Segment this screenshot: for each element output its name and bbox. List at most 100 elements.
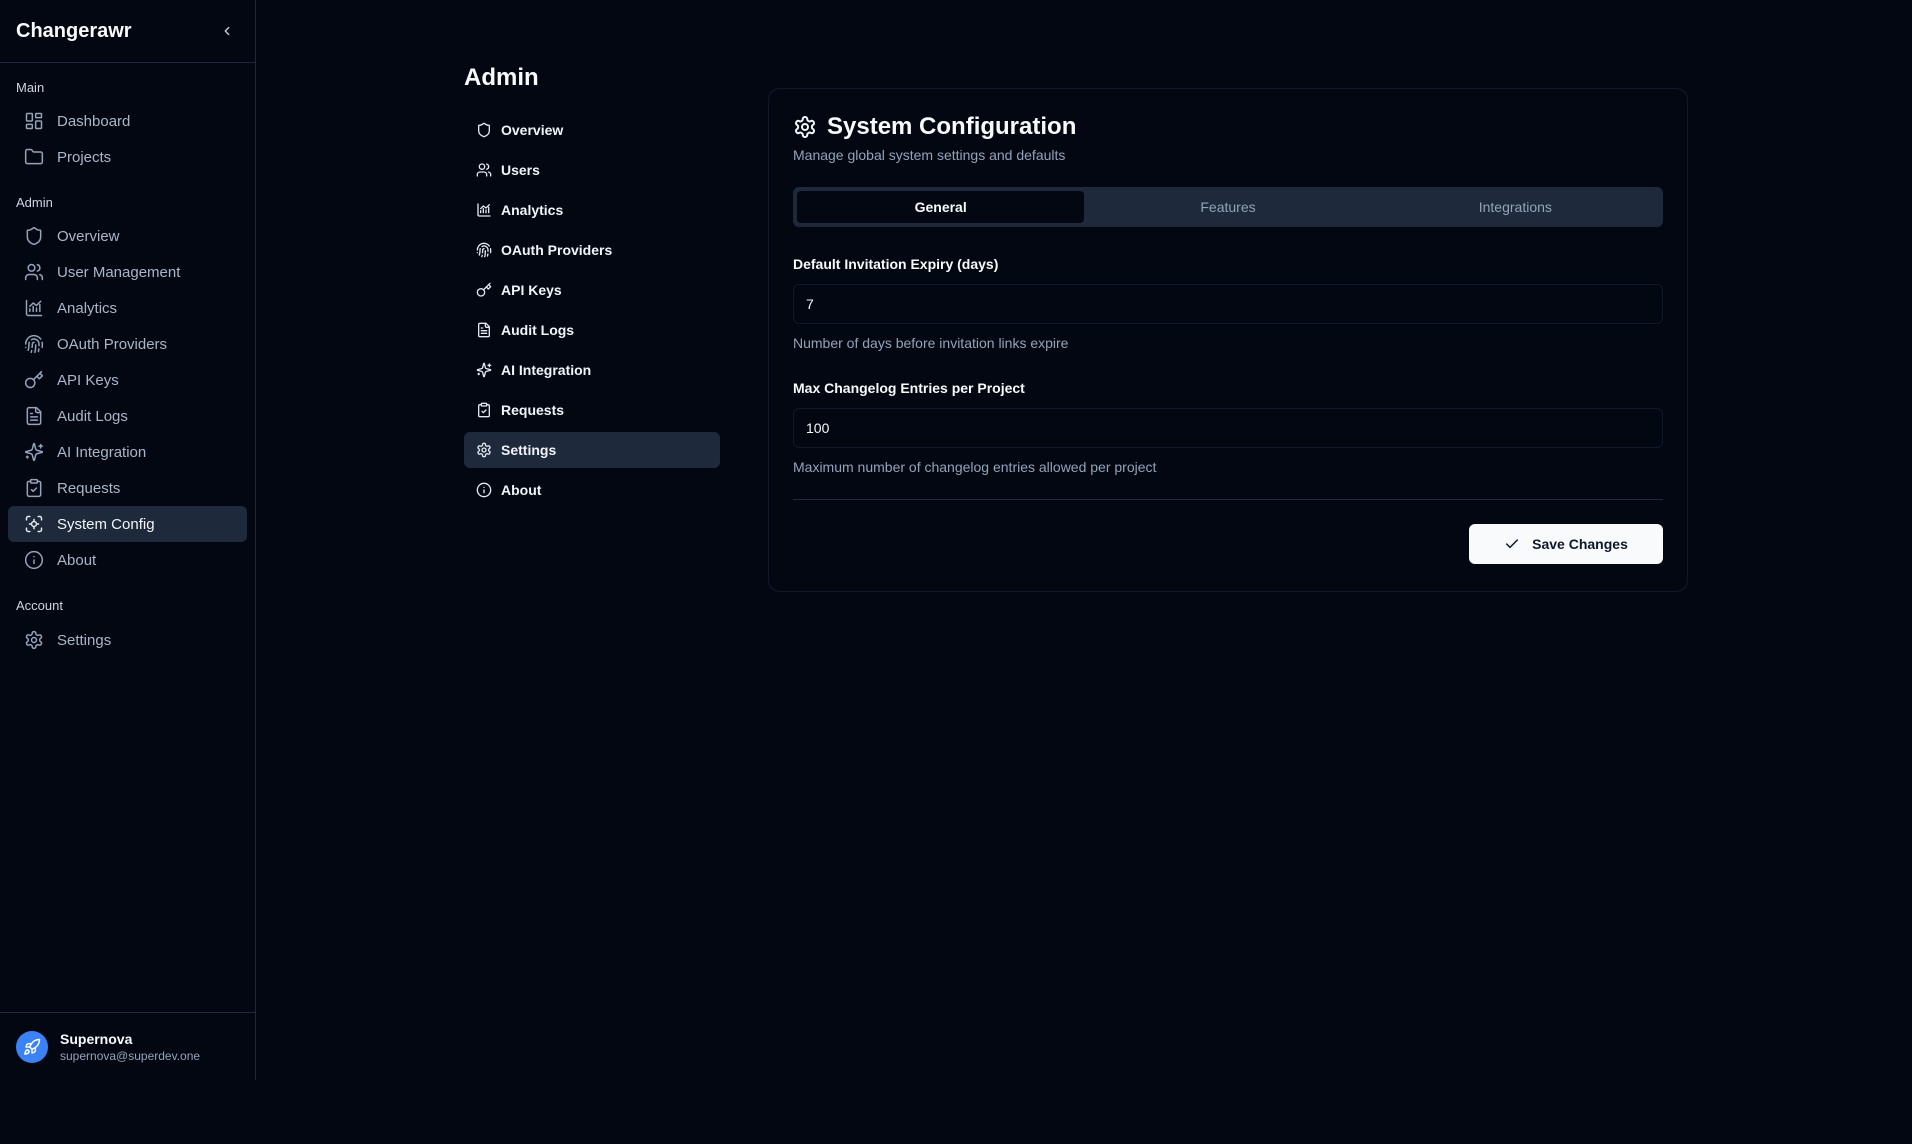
admin-nav-users[interactable]: Users (464, 152, 720, 188)
divider (793, 499, 1663, 500)
app-name: Changerawr (16, 19, 132, 42)
sidebar-item-label: AI Integration (57, 443, 147, 461)
field-invitation-expiry: Default Invitation Expiry (days) Number … (793, 256, 1663, 351)
card-title: System Configuration (827, 113, 1077, 140)
admin-nav-label: About (501, 482, 542, 498)
user-name: Supernova (60, 1030, 133, 1047)
sidebar-item-audit-logs[interactable]: Audit Logs (8, 398, 247, 434)
admin-nav-analytics[interactable]: Analytics (464, 192, 720, 228)
section-label-main: Main (16, 79, 45, 95)
sidebar-item-label: API Keys (57, 371, 119, 389)
admin-nav-oauth-providers[interactable]: OAuth Providers (464, 232, 720, 268)
admin-nav-api-keys[interactable]: API Keys (464, 272, 720, 308)
users-icon (476, 163, 492, 177)
invitation-expiry-input[interactable] (793, 284, 1663, 324)
page-title: Admin (464, 64, 539, 91)
save-changes-button[interactable]: Save Changes (1469, 524, 1663, 564)
sidebar-item-label: System Config (57, 515, 155, 533)
folder-icon (24, 148, 44, 165)
admin-nav-label: Settings (501, 442, 557, 458)
key-icon (476, 282, 492, 297)
sidebar-item-about[interactable]: About (8, 542, 247, 578)
info-icon (24, 550, 44, 570)
admin-nav-audit-logs[interactable]: Audit Logs (464, 312, 720, 348)
sidebar-item-user-management[interactable]: User Management (8, 254, 247, 290)
sidebar-item-analytics[interactable]: Analytics (8, 290, 247, 326)
sidebar-item-label: Requests (57, 479, 121, 497)
sidebar-header: Changerawr (0, 0, 255, 63)
admin-nav-label: Overview (501, 122, 564, 138)
chart-icon (25, 299, 43, 317)
info-icon (476, 482, 492, 498)
max-changelog-entries-input[interactable] (793, 408, 1663, 448)
sidebar-item-label: Dashboard (57, 112, 131, 130)
invitation-expiry-label: Default Invitation Expiry (days) (793, 256, 999, 272)
sidebar-item-system-config[interactable]: System Config (8, 506, 247, 542)
file-icon (478, 322, 490, 338)
key-icon (24, 370, 44, 389)
sidebar-item-dashboard[interactable]: Dashboard (8, 103, 247, 139)
tab-general[interactable]: General (797, 191, 1085, 223)
user-profile[interactable]: Supernova supernova@superdev.one (0, 1012, 255, 1080)
admin-nav-settings[interactable]: Settings (464, 432, 720, 468)
chart-icon (477, 203, 491, 217)
sidebar-item-requests[interactable]: Requests (8, 470, 247, 506)
sidebar-item-settings[interactable]: Settings (8, 622, 247, 658)
section-label-account: Account (16, 597, 63, 613)
rocket-icon (24, 1038, 41, 1055)
tab-features[interactable]: Features (1084, 191, 1371, 223)
admin-nav-label: Analytics (501, 202, 564, 218)
card-description: Manage global system settings and defaul… (793, 147, 1066, 163)
admin-nav-label: OAuth Providers (501, 242, 613, 258)
sidebar-item-label: Projects (57, 148, 112, 166)
user-email: supernova@superdev.one (60, 1048, 201, 1063)
card-header: System Configuration (793, 113, 1663, 141)
grid-icon (25, 112, 43, 130)
admin-nav-label: Audit Logs (501, 322, 575, 338)
users-icon (24, 263, 44, 281)
sidebar-item-overview[interactable]: Overview (8, 218, 247, 254)
sidebar: Changerawr Main Dashboard Projects Admin… (0, 0, 256, 1080)
admin-nav-requests[interactable]: Requests (464, 392, 720, 428)
clipboard-icon (26, 478, 42, 498)
config-tabs: General Features Integrations (793, 187, 1663, 227)
save-changes-label: Save Changes (1532, 536, 1628, 552)
sidebar-item-api-keys[interactable]: API Keys (8, 362, 247, 398)
avatar (16, 1030, 48, 1063)
sidebar-item-label: Audit Logs (57, 407, 128, 425)
sidebar-item-projects[interactable]: Projects (8, 139, 247, 175)
gear-icon (477, 442, 491, 458)
system-config-icon (25, 515, 43, 533)
admin-nav-overview[interactable]: Overview (464, 112, 720, 148)
admin-nav-about[interactable]: About (464, 472, 720, 508)
sidebar-item-label: Overview (57, 227, 120, 245)
fingerprint-icon (476, 242, 492, 258)
file-icon (26, 406, 42, 426)
sidebar-item-oauth-providers[interactable]: OAuth Providers (8, 326, 247, 362)
admin-nav-label: Requests (501, 402, 565, 418)
sidebar-item-label: User Management (57, 263, 181, 281)
fingerprint-icon (24, 334, 44, 354)
section-label-admin: Admin (16, 194, 53, 210)
sparkles-icon (476, 362, 492, 378)
sidebar-item-label: Analytics (57, 299, 118, 317)
sparkles-icon (24, 442, 44, 462)
chevron-left-icon (224, 26, 230, 36)
sidebar-item-label: About (57, 551, 97, 569)
shield-icon (478, 122, 490, 138)
max-changelog-entries-help: Maximum number of changelog entries allo… (793, 459, 1157, 475)
admin-nav-ai-integration[interactable]: AI Integration (464, 352, 720, 388)
invitation-expiry-help: Number of days before invitation links e… (793, 335, 1069, 351)
max-changelog-entries-label: Max Changelog Entries per Project (793, 380, 1025, 396)
admin-nav-label: Users (501, 162, 540, 178)
collapse-sidebar-button[interactable] (215, 19, 239, 43)
clipboard-icon (478, 402, 490, 418)
sidebar-item-ai-integration[interactable]: AI Integration (8, 434, 247, 470)
card-footer: Save Changes (793, 524, 1663, 564)
gear-icon (795, 116, 815, 138)
tab-integrations[interactable]: Integrations (1372, 191, 1659, 223)
admin-nav: Overview Users Analytics OAuth Providers… (464, 112, 720, 512)
sidebar-item-label: OAuth Providers (57, 335, 168, 353)
field-max-changelog-entries: Max Changelog Entries per Project Maximu… (793, 380, 1663, 475)
check-icon (1506, 539, 1519, 549)
